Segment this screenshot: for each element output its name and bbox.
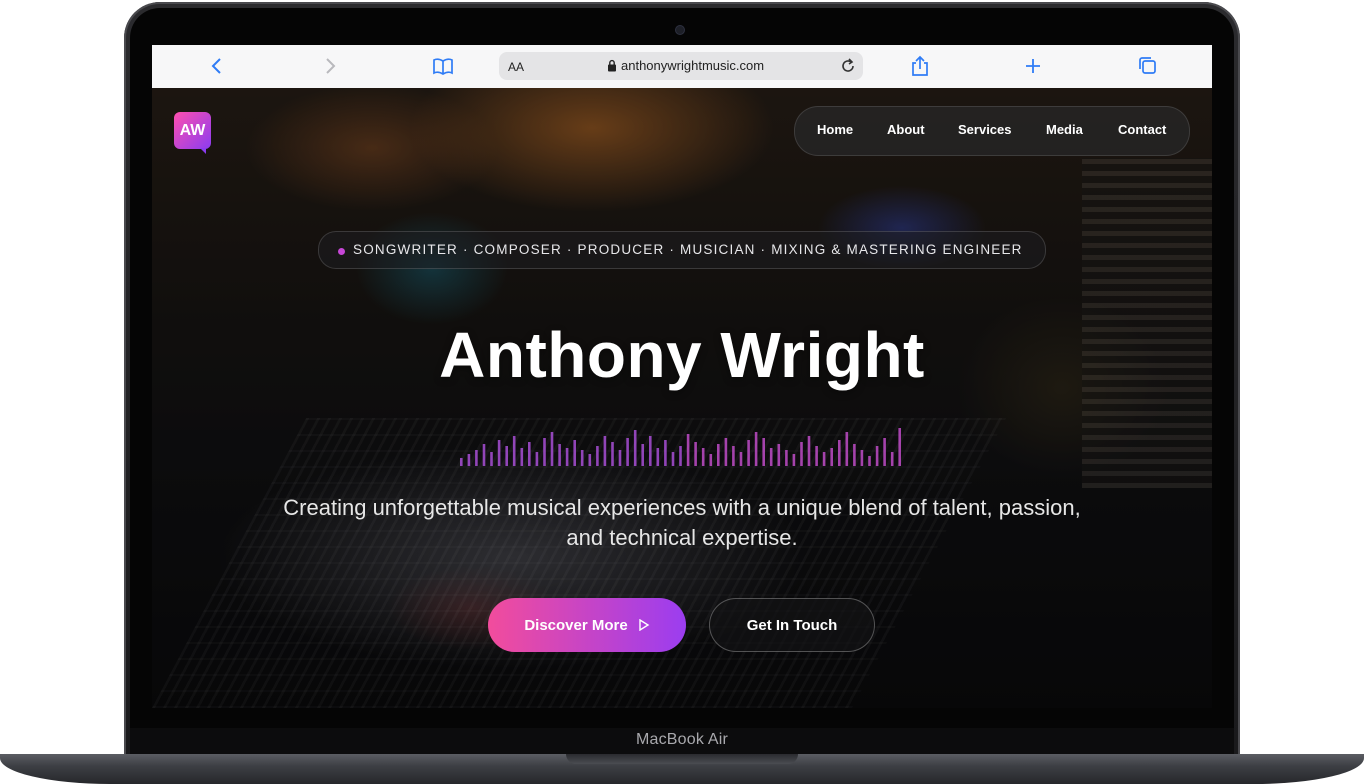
url-text: anthonywrightmusic.com — [621, 58, 765, 73]
equalizer-bar — [777, 444, 781, 466]
equalizer-bar — [724, 438, 728, 466]
equalizer-bar — [732, 446, 735, 466]
address-bar[interactable]: AA anthonywrightmusic.com — [499, 52, 863, 80]
equalizer-bar — [611, 442, 614, 466]
get-in-touch-label: Get In Touch — [746, 616, 838, 634]
equalizer-icon — [460, 428, 901, 466]
equalizer-bar — [875, 446, 879, 466]
equalizer-bar — [535, 452, 539, 466]
play-icon — [638, 619, 650, 631]
badge-dot-icon — [338, 248, 345, 255]
equalizer-bar — [588, 454, 592, 466]
screen: AA anthonywrightmusic.com AW Home About … — [152, 45, 1212, 708]
share-icon[interactable] — [908, 55, 932, 77]
site-logo[interactable]: AW — [174, 112, 211, 154]
equalizer-bar — [467, 454, 471, 466]
equalizer-bar — [543, 438, 546, 466]
nav-media[interactable]: Media — [1046, 122, 1083, 137]
roles-badge: SONGWRITER · COMPOSER · PRODUCER · MUSIC… — [318, 231, 1046, 269]
roles-text: SONGWRITER · COMPOSER · PRODUCER · MUSIC… — [353, 242, 1023, 257]
equalizer-bar — [838, 440, 841, 466]
new-tab-icon[interactable] — [1021, 55, 1045, 77]
equalizer-bar — [890, 452, 894, 466]
equalizer-bar — [679, 446, 682, 466]
equalizer-bar — [807, 436, 811, 466]
equalizer-bar — [769, 448, 773, 466]
hinge-notch — [566, 754, 798, 764]
hero-tagline: Creating unforgettable musical experienc… — [283, 495, 1081, 550]
equalizer-bar — [520, 448, 524, 466]
text-size-button[interactable]: AA — [508, 60, 524, 74]
browser-toolbar: AA anthonywrightmusic.com — [152, 45, 1212, 89]
nav-about[interactable]: About — [887, 122, 925, 137]
equalizer-bar — [845, 432, 849, 466]
reload-icon[interactable] — [839, 57, 857, 75]
equalizer-bar — [482, 444, 486, 466]
equalizer-bar — [558, 444, 561, 466]
equalizer-bar — [694, 442, 697, 466]
equalizer-bar — [709, 454, 713, 466]
discover-more-label: Discover More — [524, 616, 628, 634]
bookmarks-icon[interactable] — [431, 55, 455, 77]
equalizer-bar — [573, 440, 576, 466]
equalizer-bar — [785, 450, 788, 466]
forward-icon[interactable] — [318, 55, 342, 77]
equalizer-bar — [762, 438, 765, 466]
equalizer-bar — [618, 450, 622, 466]
equalizer-bar — [717, 444, 720, 466]
equalizer-bar — [686, 434, 690, 466]
equalizer-bar — [633, 430, 637, 466]
hero-section: AW Home About Services Media Contact SON… — [152, 88, 1212, 708]
discover-more-button[interactable]: Discover More — [488, 598, 686, 652]
equalizer-bar — [754, 432, 758, 466]
equalizer-bar — [868, 456, 871, 466]
equalizer-bar — [853, 444, 856, 466]
nav-services[interactable]: Services — [958, 122, 1012, 137]
back-icon[interactable] — [205, 55, 229, 77]
equalizer-bar — [822, 452, 826, 466]
equalizer-bar — [747, 440, 750, 466]
lock-icon — [608, 59, 616, 72]
equalizer-bar — [528, 442, 531, 466]
equalizer-bar — [649, 436, 652, 466]
equalizer-bar — [898, 428, 901, 466]
equalizer-bar — [490, 452, 493, 466]
equalizer-bar — [626, 438, 629, 466]
equalizer-bar — [830, 448, 833, 466]
equalizer-bar — [815, 446, 818, 466]
equalizer-bar — [497, 440, 501, 466]
equalizer-bar — [792, 454, 796, 466]
equalizer-bar — [603, 436, 607, 466]
equalizer-bar — [475, 450, 478, 466]
get-in-touch-button[interactable]: Get In Touch — [709, 598, 875, 652]
equalizer-bar — [550, 432, 554, 466]
device-model-label: MacBook Air — [635, 731, 728, 748]
tabs-icon[interactable] — [1135, 55, 1159, 77]
equalizer-bar — [739, 452, 743, 466]
equalizer-bar — [596, 446, 599, 466]
equalizer-bar — [460, 458, 463, 466]
equalizer-bar — [671, 452, 675, 466]
equalizer-bar — [641, 444, 644, 466]
camera-icon — [676, 26, 684, 34]
equalizer-bar — [664, 440, 667, 466]
equalizer-bar — [860, 450, 864, 466]
equalizer-bar — [656, 448, 660, 466]
nav-home[interactable]: Home — [817, 122, 853, 137]
equalizer-bar — [505, 446, 508, 466]
equalizer-bar — [565, 448, 569, 466]
equalizer-bar — [701, 448, 705, 466]
equalizer-bar — [883, 438, 886, 466]
hero-title: Anthony Wright — [439, 319, 925, 391]
equalizer-bar — [580, 450, 584, 466]
nav-contact[interactable]: Contact — [1118, 122, 1166, 137]
main-nav: Home About Services Media Contact — [794, 106, 1190, 156]
equalizer-bar — [800, 442, 803, 466]
equalizer-bar — [512, 436, 516, 466]
